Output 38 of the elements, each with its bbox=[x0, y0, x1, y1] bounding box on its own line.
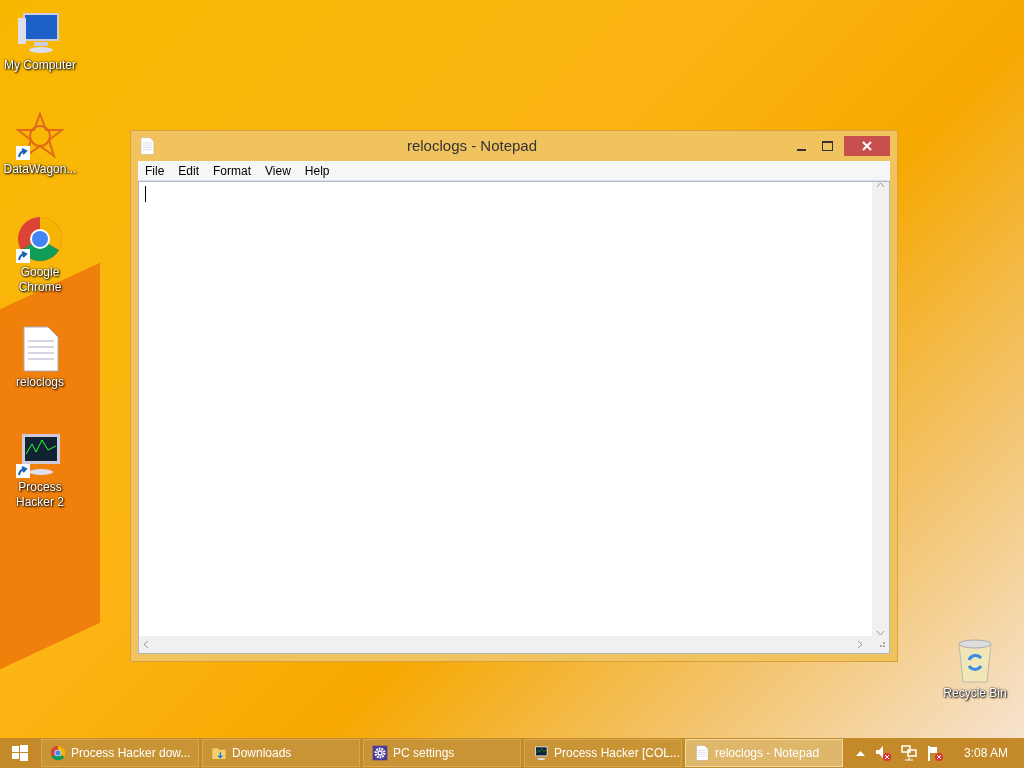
vertical-scrollbar[interactable] bbox=[872, 182, 889, 636]
chrome-icon bbox=[50, 745, 66, 761]
star-drawing[interactable] bbox=[16, 112, 64, 160]
desktop-icon-label[interactable]: My Computer bbox=[0, 58, 80, 73]
desktop-icon-label[interactable]: Google Chrome bbox=[0, 265, 80, 295]
menu-item[interactable]: File bbox=[138, 161, 172, 180]
speaker-muted-icon[interactable] bbox=[875, 745, 891, 761]
monitor-icon bbox=[533, 745, 549, 761]
folder-icon bbox=[211, 745, 227, 761]
horizontal-scrollbar[interactable] bbox=[139, 636, 889, 653]
windows-logo-icon bbox=[12, 745, 28, 761]
maximize-icon bbox=[821, 141, 833, 151]
taskbar-button[interactable]: Process Hacker dow... bbox=[41, 739, 199, 767]
minimize-icon bbox=[796, 149, 806, 151]
menu-item[interactable]: View bbox=[258, 161, 298, 180]
desktop-icon-label[interactable]: Process Hacker 2 bbox=[0, 480, 80, 510]
notepad-icon bbox=[138, 137, 156, 155]
taskbar-button[interactable]: reloclogs - Notepad bbox=[685, 739, 843, 767]
text-cursor bbox=[145, 186, 146, 202]
document-icon bbox=[694, 745, 710, 761]
gear-icon bbox=[372, 745, 388, 761]
flag-icon[interactable] bbox=[927, 745, 943, 761]
close-button[interactable] bbox=[844, 136, 890, 156]
taskbar-button[interactable]: Downloads bbox=[202, 739, 360, 767]
desktop-icon-label[interactable]: reloclogs bbox=[0, 375, 80, 390]
resize-grip-icon[interactable] bbox=[879, 641, 885, 648]
clock[interactable]: 3:08 AM bbox=[964, 744, 1009, 762]
show-hidden-icons-button[interactable] bbox=[856, 750, 865, 756]
network-icon[interactable] bbox=[901, 745, 917, 761]
taskbar-button[interactable]: Process Hacker [COL... bbox=[524, 739, 682, 767]
chrome-icon[interactable] bbox=[16, 215, 64, 263]
desktop-icon-label[interactable]: DataWagon... bbox=[0, 162, 80, 177]
close-icon bbox=[862, 141, 872, 151]
menu-item[interactable]: Help bbox=[297, 161, 337, 180]
menu-item[interactable]: Edit bbox=[171, 161, 207, 180]
window-title: reloclogs - Notepad bbox=[405, 135, 539, 156]
taskbar-button[interactable]: PC settings bbox=[363, 739, 521, 767]
menu-item[interactable]: Format bbox=[206, 161, 259, 180]
